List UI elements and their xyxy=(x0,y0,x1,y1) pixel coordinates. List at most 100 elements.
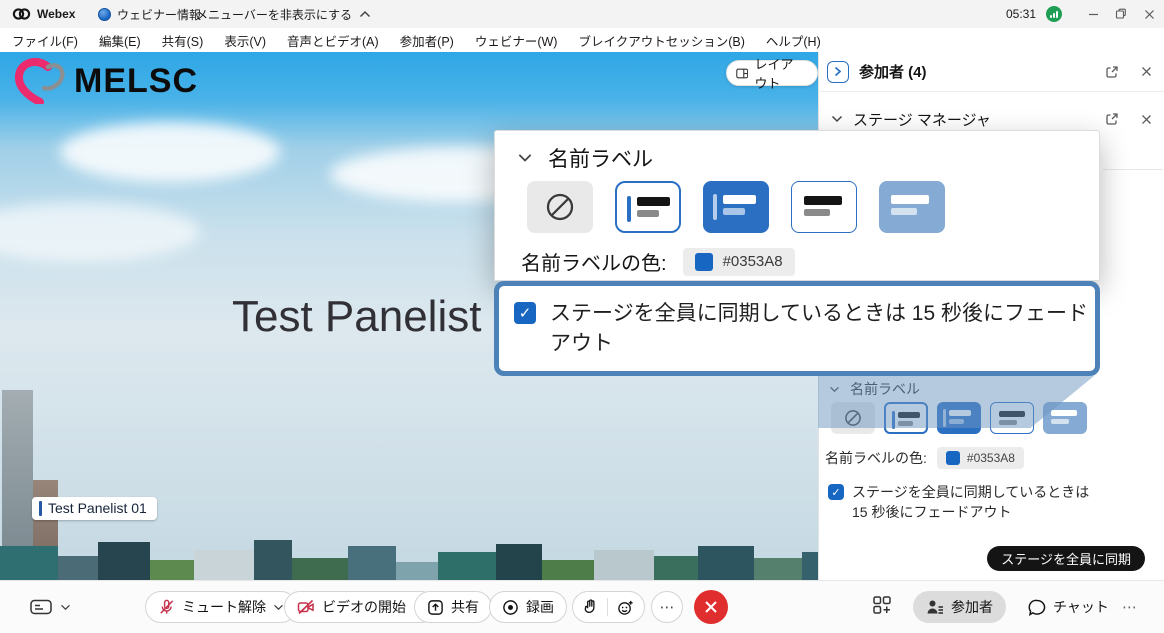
chevron-down-icon xyxy=(517,153,533,163)
name-label-style-translucent[interactable] xyxy=(879,181,945,233)
expand-participants-button[interactable] xyxy=(827,61,849,83)
microphone-muted-icon xyxy=(158,598,175,616)
collapse-stage-manager-button[interactable] xyxy=(831,115,843,123)
webinar-info-label: ウェビナー情報 xyxy=(117,6,201,23)
participants-toggle-label: 参加者 xyxy=(951,597,993,617)
popout-icon xyxy=(1105,112,1119,126)
camera-off-icon xyxy=(297,599,315,615)
name-label-color-chip[interactable]: #0353A8 xyxy=(683,248,795,276)
popout-icon xyxy=(1105,65,1119,79)
webex-logo: Webex xyxy=(12,0,75,28)
sync-fadeout-checkbox-large[interactable] xyxy=(514,302,536,324)
name-label-style-none[interactable] xyxy=(527,181,593,233)
apps-grid-icon xyxy=(872,595,892,615)
sync-stage-to-all-button[interactable]: ステージを全員に同期 xyxy=(987,546,1145,571)
reactions-button[interactable] xyxy=(617,599,634,616)
sync-fadeout-label: ステージを全員に同期しているときは 15 秒後にフェードアウト xyxy=(852,482,1089,522)
share-screen-icon xyxy=(427,599,444,616)
menu-help[interactable]: ヘルプ(H) xyxy=(766,31,821,50)
close-icon xyxy=(1141,66,1152,77)
more-panels-label: ⋯ xyxy=(1122,598,1137,616)
name-label-color-label: 名前ラベルの色: xyxy=(825,448,927,468)
close-stage-manager-button[interactable] xyxy=(1137,110,1155,128)
layout-button[interactable]: レイアウト xyxy=(726,60,818,86)
share-label: 共有 xyxy=(451,597,479,617)
color-value: #0353A8 xyxy=(723,253,783,270)
name-label-zoom-popup: 名前ラベル 名前ラベルの色: xyxy=(494,130,1100,281)
color-swatch xyxy=(695,253,713,271)
chevron-down-icon xyxy=(831,115,843,123)
layout-icon xyxy=(736,67,748,80)
menu-breakout[interactable]: ブレイクアウトセッション(B) xyxy=(578,31,744,50)
name-label-style-blue-filled[interactable] xyxy=(703,181,769,233)
popup-header[interactable]: 名前ラベル xyxy=(517,143,653,173)
popout-participants-button[interactable] xyxy=(1103,63,1121,81)
connection-quality-indicator[interactable] xyxy=(1046,0,1062,28)
sync-fadeout-label-large: ステージを全員に同期しているときは 15 秒後にフェード アウト xyxy=(550,299,1088,359)
close-icon xyxy=(1144,9,1155,20)
city-skyline xyxy=(0,538,818,580)
close-participants-button[interactable] xyxy=(1137,63,1155,81)
restore-button[interactable] xyxy=(1108,0,1134,28)
name-label-color-label: 名前ラベルの色: xyxy=(521,247,667,276)
record-button[interactable]: 録画 xyxy=(489,591,567,623)
chevron-up-icon xyxy=(359,10,371,18)
menubar: ファイル(F) 編集(E) 共有(S) 表示(V) 音声とビデオ(A) 参加者(… xyxy=(0,28,1164,52)
control-bar: ミュート解除 ビデオの開始 共有 xyxy=(0,580,1164,633)
chat-toggle-label: チャット xyxy=(1053,597,1109,617)
divider xyxy=(1103,169,1163,170)
menu-share[interactable]: 共有(S) xyxy=(162,31,204,50)
app-name: Webex xyxy=(37,7,75,21)
minimize-icon xyxy=(1088,9,1099,20)
webinar-info-icon xyxy=(98,8,111,21)
name-label-style-plain[interactable] xyxy=(791,181,857,233)
name-label-style-options-large xyxy=(527,181,945,233)
webex-logo-icon xyxy=(12,7,31,21)
leave-meeting-button[interactable] xyxy=(694,590,728,624)
color-swatch xyxy=(946,451,960,465)
name-label-color-chip[interactable]: #0353A8 xyxy=(937,447,1024,469)
menu-view[interactable]: 表示(V) xyxy=(224,31,266,50)
chevron-down-icon xyxy=(60,604,71,611)
sync-fadeout-checkbox-row: ステージを全員に同期しているときは 15 秒後にフェードアウト xyxy=(828,482,1089,522)
more-options-button[interactable]: ⋯ xyxy=(651,591,683,623)
menu-participants[interactable]: 参加者(P) xyxy=(400,31,454,50)
menu-webinar[interactable]: ウェビナー(W) xyxy=(475,31,558,50)
restore-icon xyxy=(1115,8,1127,20)
name-label-color-row-large: 名前ラベルの色: #0353A8 xyxy=(521,247,795,276)
name-label-color-row: 名前ラベルの色: #0353A8 xyxy=(825,447,1024,469)
popout-stage-manager-button[interactable] xyxy=(1103,110,1121,128)
more-panels-button[interactable]: ⋯ xyxy=(1122,591,1137,623)
close-icon xyxy=(1141,114,1152,125)
webex-window: Webex ウェビナー情報 メニューバーを非表示にする 05:31 xyxy=(0,0,1164,633)
chat-toggle-button[interactable]: チャット xyxy=(1016,591,1121,623)
speaker-display-name: Test Panelist xyxy=(232,292,481,342)
more-options-label: ⋯ xyxy=(660,598,675,616)
prohibition-icon xyxy=(544,191,576,223)
brand-logo: MELSC xyxy=(14,58,198,104)
close-icon xyxy=(704,600,718,614)
hide-menubar-label: メニューバーを非表示にする xyxy=(196,6,352,23)
hide-menubar-button[interactable]: メニューバーを非表示にする xyxy=(196,0,371,28)
menu-audio-video[interactable]: 音声とビデオ(A) xyxy=(287,31,379,50)
minimize-button[interactable] xyxy=(1080,0,1106,28)
menu-edit[interactable]: 編集(E) xyxy=(99,31,141,50)
unmute-button[interactable]: ミュート解除 xyxy=(145,591,297,623)
raise-hand-icon xyxy=(583,598,598,616)
unmute-label: ミュート解除 xyxy=(182,597,266,617)
captions-control[interactable] xyxy=(30,591,71,623)
webinar-info-button[interactable]: ウェビナー情報 xyxy=(98,0,201,28)
record-label: 録画 xyxy=(526,597,554,617)
close-window-button[interactable] xyxy=(1136,0,1162,28)
stage-manager-panel-title: ステージ マネージャ xyxy=(853,109,991,130)
participants-toggle-button[interactable]: 参加者 xyxy=(913,591,1006,623)
raise-hand-button[interactable] xyxy=(583,598,598,616)
emoji-reactions-icon xyxy=(617,599,634,616)
name-label-style-accent-bar-selected[interactable] xyxy=(615,181,681,233)
sync-fadeout-callout: ステージを全員に同期しているときは 15 秒後にフェード アウト xyxy=(494,281,1100,376)
menu-file[interactable]: ファイル(F) xyxy=(12,31,78,50)
share-button[interactable]: 共有 xyxy=(414,591,492,623)
titlebar: Webex ウェビナー情報 メニューバーを非表示にする 05:31 xyxy=(0,0,1164,28)
panel-options-button[interactable] xyxy=(872,595,892,620)
sync-fadeout-checkbox[interactable] xyxy=(828,484,844,500)
